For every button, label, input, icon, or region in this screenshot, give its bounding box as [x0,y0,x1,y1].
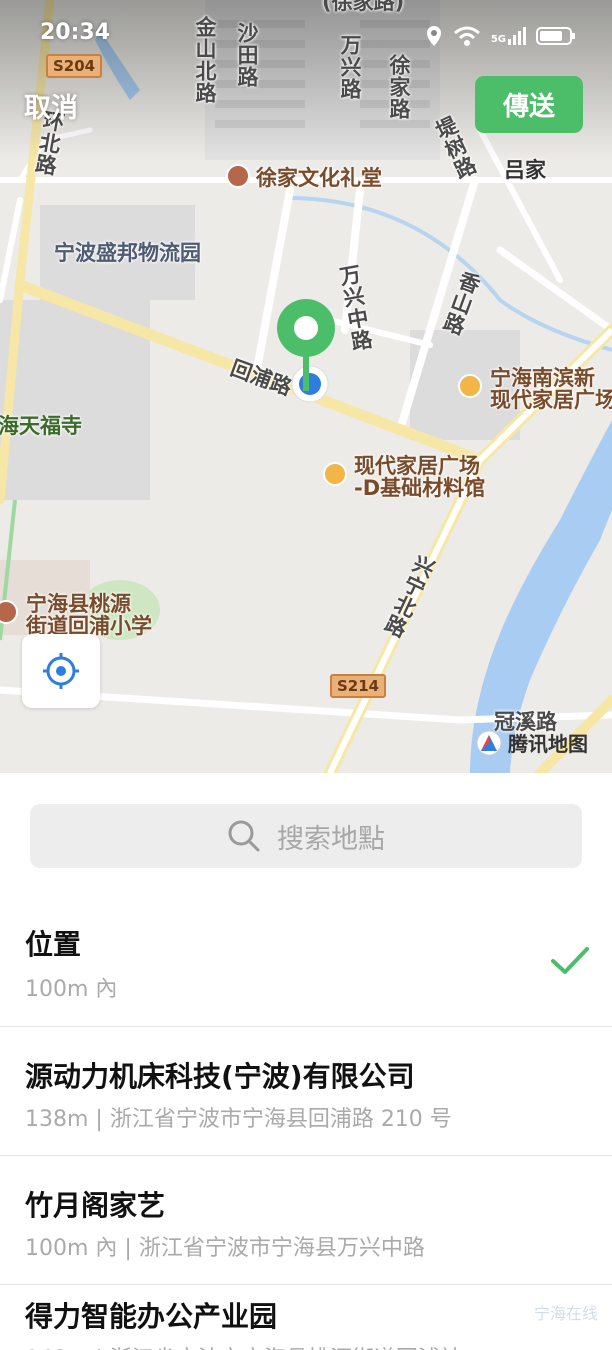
result-subtitle: 100m 內 [25,977,118,1002]
wifi-icon [453,26,480,46]
road-shield-s204: S204 [46,54,103,78]
place-label-shengbang[interactable]: 宁波盛邦物流园 [54,237,201,267]
place-label-top-cut: (徐家路) [322,0,405,14]
result-row-current-location[interactable]: 位置 100m 內 [0,897,612,1027]
result-title: 得力智能办公产业园 [25,1300,278,1333]
road-label-xujia: 徐家路 [387,54,411,120]
locate-me-button[interactable] [22,634,100,708]
cancel-button[interactable]: 取消 [24,86,78,125]
search-bar[interactable]: 搜索地點 [30,804,582,868]
brand-text: 腾讯地图 [508,732,588,756]
place-label-xujia-hall[interactable]: 徐家文化礼堂 [256,162,382,192]
road-shield-s214: S214 [330,674,387,698]
tencent-map-logo-icon [476,730,502,755]
search-placeholder: 搜索地點 [277,823,385,855]
shop-icon [323,462,347,486]
place-label-lujia: 吕家 [504,158,546,182]
status-bar: 20:34 5G [0,18,612,54]
result-row[interactable]: 源动力机床科技(宁波)有限公司 138m | 浙江省宁波市宁海县回浦路 210 … [0,1027,612,1156]
result-subtitle: 138m | 浙江省宁波市宁海县回浦路 210 号 [25,1107,452,1132]
place-label-modern-home-2[interactable]: -D基础材料馆 [354,472,485,502]
hall-icon [226,164,250,188]
place-label-tianfu[interactable]: 海天福寺 [0,410,82,440]
map-brand: 腾讯地图 [476,728,588,757]
crosshair-icon [43,653,79,689]
result-title: 位置 [25,928,82,961]
checkmark-icon [551,947,589,974]
location-status-icon [426,26,441,46]
status-time: 20:34 [40,20,111,45]
place-label-nanbin-2[interactable]: 现代家居广场 [490,384,612,414]
battery-icon [536,27,575,45]
location-pin-icon[interactable] [268,296,348,411]
send-button[interactable]: 傳送 [475,76,583,133]
map-view[interactable]: S204 S214 金山北路 沙田路 万兴路 徐家路 堤树路 环北路 回浦路 万… [0,0,612,773]
result-title: 竹月阁家艺 [25,1189,166,1222]
cellular-signal-icon: 5G [491,27,526,45]
search-icon [228,820,260,852]
network-type: 5G [490,34,506,45]
result-title: 源动力机床科技(宁波)有限公司 [25,1060,415,1093]
result-subtitle: 140m | 浙江省宁波市宁海县桃源街道回浦社 [25,1341,462,1350]
watermark: 宁海在线 [533,1304,598,1323]
result-row[interactable]: 得力智能办公产业园 140m | 浙江省宁波市宁海县桃源街道回浦社 [0,1285,612,1350]
result-subtitle: 100m 內 | 浙江省宁波市宁海县万兴中路 [25,1236,425,1261]
shop-icon [458,374,482,398]
result-row[interactable]: 竹月阁家艺 100m 內 | 浙江省宁波市宁海县万兴中路 [0,1156,612,1285]
